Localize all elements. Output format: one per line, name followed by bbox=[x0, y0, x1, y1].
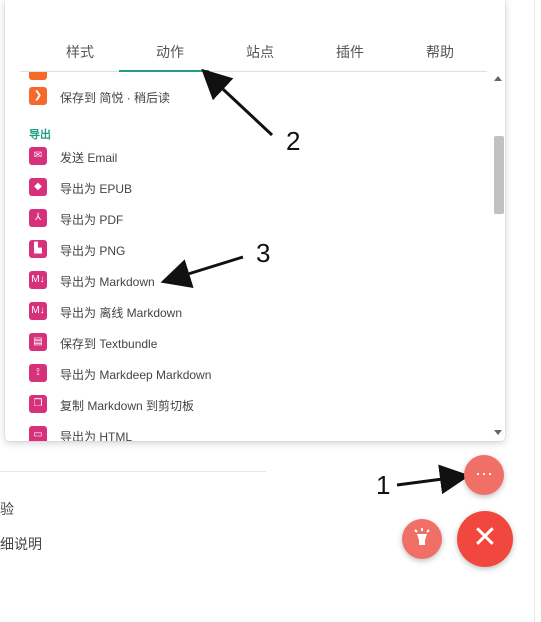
annotation-label-1: 1 bbox=[376, 470, 391, 500]
section-export-label: 导出 bbox=[29, 129, 51, 141]
list-item-copy-markdown[interactable]: ❐ 复制 Markdown 到剪切板 bbox=[5, 389, 475, 420]
list-item-label: 复制 Markdown 到剪切板 bbox=[60, 399, 195, 413]
markdown-icon: M↓ bbox=[29, 271, 47, 289]
mail-icon: ✉ bbox=[29, 147, 47, 165]
tab-sites[interactable]: 站点 bbox=[215, 38, 305, 72]
list-item-markdown[interactable]: M↓ 导出为 Markdown bbox=[5, 265, 475, 296]
list-item-textbundle[interactable]: ▤ 保存到 Textbundle bbox=[5, 327, 475, 358]
epub-icon: ◆ bbox=[29, 178, 47, 196]
focus-mode-button[interactable] bbox=[402, 519, 442, 559]
list-item-pdf[interactable]: ⅄ 导出为 PDF bbox=[5, 203, 475, 234]
annotation-label-2: 2 bbox=[286, 126, 301, 156]
list-item-email[interactable]: ✉ 发送 Email bbox=[5, 141, 475, 172]
list-item-label: 导出为 EPUB bbox=[60, 182, 133, 196]
html-icon: ▭ bbox=[29, 426, 47, 441]
list-item-png[interactable]: ▙ 导出为 PNG bbox=[5, 234, 475, 265]
scroll-thumb[interactable] bbox=[494, 136, 504, 214]
list-item-label: 保存到 简悦 · 稍后读 bbox=[60, 91, 170, 105]
list-item-markdeep[interactable]: ⟟ 导出为 Markdeep Markdown bbox=[5, 358, 475, 389]
list-item-offline-markdown[interactable]: M↓ 导出为 离线 Markdown bbox=[5, 296, 475, 327]
page-edge bbox=[534, 0, 535, 622]
list-item-label: 导出为 离线 Markdown bbox=[60, 306, 183, 320]
action-list: ❯ 保存到 简悦 · 稍后读 导出 ✉ 发送 Email ◆ 导出为 EPUB … bbox=[5, 72, 487, 441]
orange-icon bbox=[29, 72, 47, 80]
close-icon: ✕ bbox=[472, 521, 498, 554]
copy-icon: ❐ bbox=[29, 395, 47, 413]
list-item-label: 导出为 Markdeep Markdown bbox=[60, 368, 212, 382]
arrow-1 bbox=[396, 464, 470, 495]
textbundle-icon: ▤ bbox=[29, 333, 47, 351]
list-item-label: 导出为 Markdown bbox=[60, 275, 155, 289]
list-item-label: 保存到 Textbundle bbox=[60, 337, 158, 351]
chevron-right-icon: ❯ bbox=[29, 87, 47, 105]
tab-help[interactable]: 帮助 bbox=[395, 38, 485, 72]
list-item-html[interactable]: ▭ 导出为 HTML bbox=[5, 420, 475, 441]
list-item-label: 导出为 PNG bbox=[60, 244, 126, 258]
tab-plugins[interactable]: 插件 bbox=[305, 38, 395, 72]
tab-actions[interactable]: 动作 bbox=[125, 38, 215, 72]
pdf-icon: ⅄ bbox=[29, 209, 47, 227]
offline-markdown-icon: M↓ bbox=[29, 302, 47, 320]
action-panel: 样式 动作 站点 插件 帮助 ❯ 保存到 简悦 · 稍后读 导出 ✉ 发送 Em… bbox=[5, 0, 505, 441]
more-icon: ··· bbox=[475, 463, 493, 483]
background-text-1: 验 bbox=[0, 501, 14, 517]
markdeep-icon: ⟟ bbox=[29, 364, 47, 382]
lightbulb-icon bbox=[414, 528, 430, 545]
list-scrollbar[interactable] bbox=[491, 72, 505, 441]
list-item-label: 导出为 HTML bbox=[60, 430, 133, 441]
tab-bar: 样式 动作 站点 插件 帮助 bbox=[20, 38, 487, 72]
list-item-save-later[interactable]: ❯ 保存到 简悦 · 稍后读 bbox=[5, 81, 475, 112]
list-item-epub[interactable]: ◆ 导出为 EPUB bbox=[5, 172, 475, 203]
list-item-label: 发送 Email bbox=[60, 151, 118, 165]
tab-style[interactable]: 样式 bbox=[35, 38, 125, 72]
list-item-label: 导出为 PDF bbox=[60, 213, 124, 227]
scroll-down-arrow-icon[interactable] bbox=[494, 430, 502, 435]
more-button[interactable]: ··· bbox=[464, 455, 504, 495]
annotation-label-3: 3 bbox=[256, 238, 271, 268]
background-text-2: 细说明 bbox=[0, 536, 42, 552]
png-icon: ▙ bbox=[29, 240, 47, 258]
scroll-up-arrow-icon[interactable] bbox=[494, 76, 502, 81]
background-divider bbox=[0, 471, 266, 472]
close-button[interactable]: ✕ bbox=[457, 511, 513, 567]
